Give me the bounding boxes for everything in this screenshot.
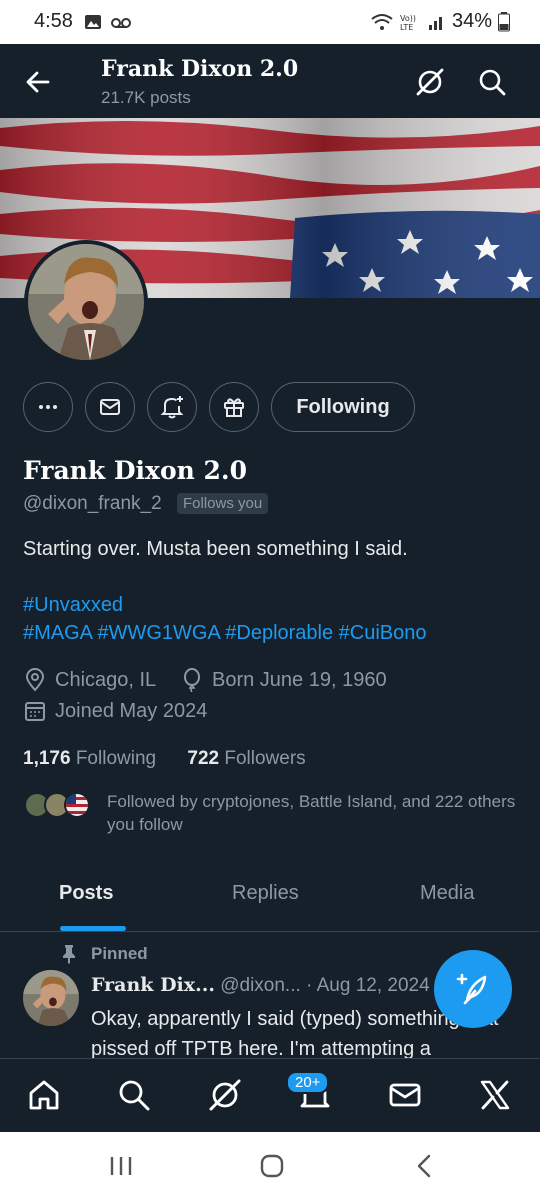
profile-bio: Starting over. Musta been something I sa… <box>23 538 408 560</box>
tab-divider <box>0 931 540 932</box>
svg-text:LTE: LTE <box>400 23 413 32</box>
pinned-label: Pinned <box>91 944 148 963</box>
header-title: Frank Dixon 2.0 <box>101 56 299 82</box>
profile-name: Frank Dixon 2.0 <box>23 456 248 485</box>
followers-count-link[interactable]: 722 Followers <box>187 748 305 769</box>
tab-replies[interactable]: Replies <box>232 882 299 905</box>
bio-hashtags-line-2[interactable]: #MAGA #WWG1WGA #Deplorable #CuiBono <box>23 622 427 645</box>
following-count-link[interactable]: 1,176 Following <box>23 748 156 769</box>
explore-search-icon[interactable] <box>116 1077 152 1113</box>
status-time: 4:58 <box>34 10 73 32</box>
location-row: Chicago, IL <box>23 668 156 692</box>
x-logo-icon[interactable] <box>477 1077 513 1113</box>
followers-count-label: Followers <box>224 748 306 769</box>
pin-icon <box>63 945 75 964</box>
home-button-icon[interactable] <box>259 1153 285 1179</box>
location-pin-icon <box>25 668 45 692</box>
mutual-avatar-3 <box>64 792 90 818</box>
grok-icon[interactable] <box>414 66 446 98</box>
top-bar: Frank Dixon 2.0 21.7K posts <box>0 44 540 118</box>
follow-counts: 1,176 Following 722 Followers <box>23 748 306 770</box>
back-arrow-icon[interactable] <box>22 66 54 98</box>
signal-icon <box>428 16 442 30</box>
recent-apps-icon[interactable] <box>108 1154 134 1178</box>
mail-icon <box>100 399 120 415</box>
grok-nav-icon[interactable] <box>207 1077 243 1113</box>
message-button[interactable] <box>85 382 135 432</box>
joined-text: Joined May 2024 <box>55 699 208 722</box>
tweet-header: Frank Dix... @dixon... · Aug 12, 2024 <box>91 974 430 997</box>
profile-handle: @dixon_frank_2 <box>23 493 162 514</box>
battery-percent: 34% <box>451 10 492 32</box>
header-post-count: 21.7K posts <box>101 88 191 107</box>
compose-feather-icon <box>456 973 487 1005</box>
birthday-text: Born June 19, 1960 <box>212 668 387 691</box>
location-text: Chicago, IL <box>55 668 157 691</box>
wifi-icon <box>371 13 393 30</box>
voicemail-icon <box>111 18 131 28</box>
volte-icon: Vo))LTE <box>400 14 416 32</box>
battery-icon <box>498 11 510 31</box>
bell-plus-icon <box>160 396 184 419</box>
tab-posts[interactable]: Posts <box>59 882 113 905</box>
status-bar: 4:58 Vo)) LTE 34% <box>0 0 540 44</box>
compose-post-button[interactable] <box>434 950 512 1028</box>
system-back-icon[interactable] <box>412 1153 436 1179</box>
balloon-icon <box>184 668 200 692</box>
more-icon <box>39 405 57 409</box>
system-nav-bar <box>0 1132 540 1200</box>
tweet-author-handle: @dixon... <box>220 975 301 996</box>
joined-row: Joined May 2024 <box>23 699 207 723</box>
gift-button[interactable] <box>209 382 259 432</box>
bottom-nav: 20+ <box>0 1058 540 1132</box>
notify-button[interactable] <box>147 382 197 432</box>
following-count-label: Following <box>75 748 157 769</box>
following-button[interactable]: Following <box>271 382 415 432</box>
notifications-badge: 20+ <box>286 1071 330 1094</box>
following-count: 1,176 <box>23 748 71 769</box>
tweet-date: · Aug 12, 2024 <box>306 975 430 996</box>
calendar-icon <box>25 702 45 721</box>
gift-icon <box>224 398 244 417</box>
tweet-author-name[interactable]: Frank Dix... <box>91 974 215 996</box>
svg-text:Vo)): Vo)) <box>400 14 416 23</box>
more-options-button[interactable] <box>23 382 73 432</box>
tweet-avatar[interactable] <box>23 970 79 1026</box>
home-icon[interactable] <box>26 1077 62 1113</box>
follows-you-badge: Follows you <box>177 493 269 514</box>
bio-hashtags-line-1[interactable]: #Unvaxxed <box>23 594 123 617</box>
tab-media[interactable]: Media <box>420 882 474 905</box>
search-icon[interactable] <box>476 66 508 98</box>
followers-count: 722 <box>187 748 220 769</box>
profile-avatar[interactable] <box>24 240 148 364</box>
messages-mail-icon[interactable] <box>387 1077 423 1113</box>
birthday-row: Born June 19, 1960 <box>180 668 387 692</box>
gallery-icon <box>85 15 101 29</box>
followed-by-text[interactable]: Followed by cryptojones, Battle Island, … <box>107 790 527 836</box>
